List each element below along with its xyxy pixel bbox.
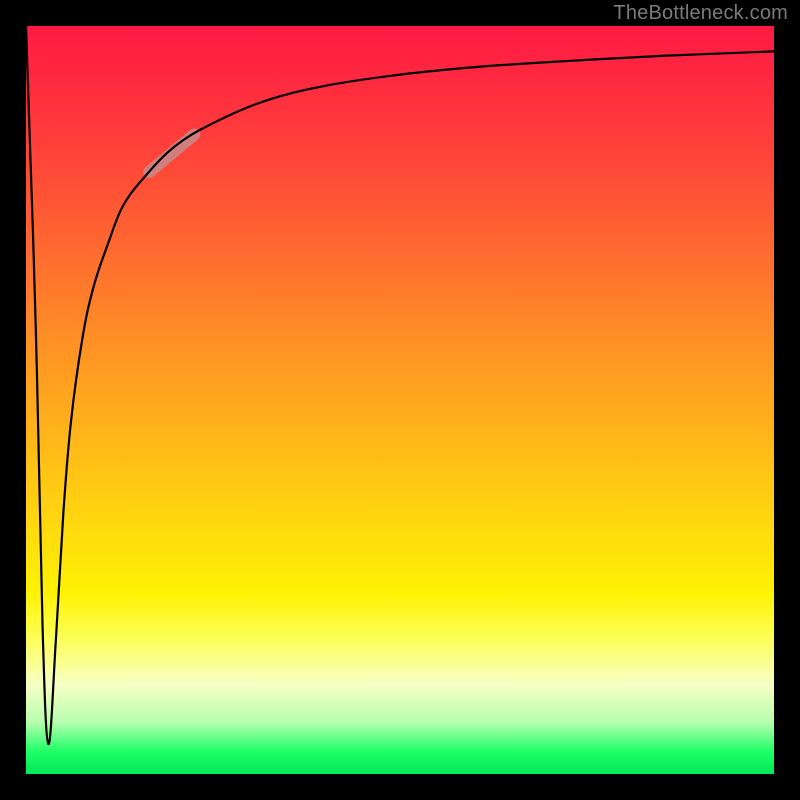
chart-svg [26,26,774,774]
bottleneck-curve [26,26,774,744]
curve-highlight-segment [149,135,194,172]
attribution-label: TheBottleneck.com [613,2,788,25]
chart-plot-area [26,26,774,774]
